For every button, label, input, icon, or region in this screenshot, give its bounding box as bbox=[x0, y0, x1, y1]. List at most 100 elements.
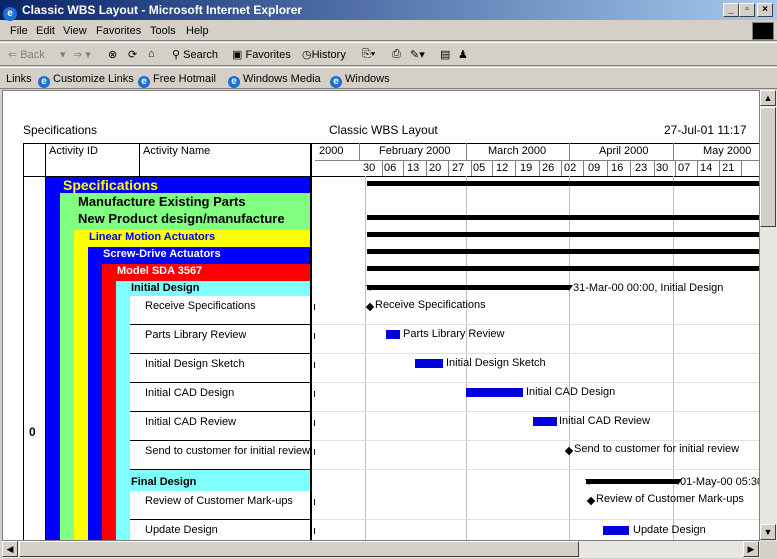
gantt-label: 01-May-00 05:30, bbox=[680, 476, 760, 488]
ie-page-icon: e bbox=[228, 76, 240, 88]
wbs-final-design[interactable]: Final Design bbox=[131, 476, 196, 488]
month-label: May 2000 bbox=[703, 145, 752, 157]
month-label: March 2000 bbox=[488, 145, 547, 157]
wbs-screw[interactable]: Screw-Drive Actuators bbox=[103, 248, 221, 260]
start-marker-icon bbox=[366, 285, 374, 291]
row-divider bbox=[312, 411, 759, 412]
activity-bar[interactable] bbox=[386, 330, 400, 339]
refresh-icon[interactable]: ⟳ bbox=[128, 48, 137, 61]
link-windows[interactable]: e Windows bbox=[330, 73, 390, 88]
row-tick-icon: ı bbox=[313, 330, 317, 342]
scroll-thumb[interactable] bbox=[19, 541, 579, 557]
scroll-right-icon[interactable]: ▶ bbox=[743, 541, 759, 557]
home-icon[interactable]: ⌂ bbox=[148, 48, 155, 60]
summary-bar[interactable] bbox=[367, 232, 759, 237]
week-divider bbox=[539, 160, 540, 176]
edit-icon[interactable]: ✎▾ bbox=[410, 48, 425, 61]
link-windows-media[interactable]: e Windows Media bbox=[228, 73, 321, 88]
search-button[interactable]: ⚲ Search bbox=[172, 48, 218, 61]
title-bar: e Classic WBS Layout - Microsoft Interne… bbox=[0, 0, 777, 21]
week-divider bbox=[492, 160, 493, 176]
gantt-label: Review of Customer Mark-ups bbox=[596, 493, 744, 505]
close-button[interactable]: × bbox=[757, 3, 773, 17]
week-label: 23 bbox=[635, 162, 648, 174]
activity-name: Receive Specifications bbox=[145, 300, 256, 312]
vertical-scrollbar[interactable]: ▲ ▼ bbox=[760, 90, 777, 541]
ie-page-icon: e bbox=[138, 76, 150, 88]
menu-tools[interactable]: Tools bbox=[150, 25, 176, 37]
week-divider bbox=[654, 160, 655, 176]
favorites-button[interactable]: ▣ Favorites bbox=[232, 48, 291, 61]
row-divider bbox=[312, 382, 759, 383]
maximize-button[interactable]: ▫ bbox=[739, 3, 755, 17]
summary-bar[interactable] bbox=[367, 181, 759, 186]
print-icon[interactable]: ⎙ bbox=[392, 48, 401, 61]
week-label: 14 bbox=[700, 162, 713, 174]
week-divider bbox=[719, 160, 720, 176]
wbs-manufacture[interactable]: Manufacture Existing Parts bbox=[78, 194, 246, 209]
summary-bar[interactable] bbox=[367, 266, 759, 271]
summary-bar[interactable] bbox=[367, 249, 759, 254]
stop-icon[interactable]: ⊗ bbox=[108, 48, 117, 61]
summary-bar[interactable] bbox=[367, 285, 569, 290]
month-divider bbox=[569, 143, 570, 160]
activity-bar[interactable] bbox=[466, 388, 523, 397]
month-label: February 2000 bbox=[379, 145, 451, 157]
summary-bar[interactable] bbox=[586, 479, 678, 484]
back-button[interactable]: ⇐ Back bbox=[8, 48, 45, 61]
menu-help[interactable]: Help bbox=[186, 25, 209, 37]
gantt-grid: Activity ID Activity Name 2000 February … bbox=[23, 143, 760, 540]
activity-name: Parts Library Review bbox=[145, 329, 247, 341]
row-tick-icon: ı bbox=[313, 446, 317, 458]
forward-button[interactable]: ⇒ ▾ bbox=[73, 48, 91, 61]
wbs-initial-design[interactable]: Initial Design bbox=[131, 282, 199, 294]
menu-view[interactable]: View bbox=[63, 25, 87, 37]
menu-favorites[interactable]: Favorites bbox=[96, 25, 141, 37]
row-divider bbox=[312, 324, 759, 325]
link-customize[interactable]: e Customize Links bbox=[38, 73, 134, 88]
report-title: Classic WBS Layout bbox=[329, 123, 438, 137]
chart-gridline bbox=[365, 176, 366, 540]
month-divider bbox=[466, 143, 467, 160]
mail-icon[interactable]: ⎘▾ bbox=[362, 48, 375, 61]
scroll-left-icon[interactable]: ◀ bbox=[2, 541, 18, 557]
report-timestamp: 27-Jul-01 11:17 bbox=[664, 123, 747, 137]
activity-bar[interactable] bbox=[603, 526, 629, 535]
menu-file[interactable]: File bbox=[10, 25, 28, 37]
wbs-new-product[interactable]: New Product design/manufacture bbox=[78, 211, 285, 226]
standard-toolbar: ⇐ Back ▾ ⇒ ▾ ⊗ ⟳ ⌂ ⚲ Search ▣ Favorites … bbox=[0, 42, 777, 66]
gantt-label: Initial CAD Review bbox=[559, 415, 651, 427]
week-label: 27 bbox=[452, 162, 465, 174]
row-tick-icon: ı bbox=[313, 417, 317, 429]
activity-bar[interactable] bbox=[415, 359, 443, 368]
scroll-up-icon[interactable]: ▲ bbox=[760, 90, 776, 106]
search-icon: ⚲ bbox=[172, 49, 181, 61]
favorites-icon: ▣ bbox=[232, 49, 243, 61]
discuss-icon[interactable]: ▤ bbox=[440, 48, 450, 61]
row-divider bbox=[312, 440, 759, 441]
horizontal-scrollbar[interactable]: ◀ ▶ bbox=[2, 541, 760, 558]
menu-edit[interactable]: Edit bbox=[36, 25, 55, 37]
week-label: 16 bbox=[611, 162, 624, 174]
grid-border bbox=[23, 143, 24, 540]
wbs-model[interactable]: Model SDA 3567 bbox=[117, 265, 202, 277]
week-divider bbox=[515, 160, 516, 176]
ie-logo-icon: e bbox=[3, 3, 17, 21]
column-activity-id[interactable]: Activity ID bbox=[49, 145, 98, 157]
history-button[interactable]: ◷History bbox=[302, 48, 346, 61]
summary-bar[interactable] bbox=[367, 215, 759, 220]
scroll-down-icon[interactable]: ▼ bbox=[760, 524, 776, 540]
wbs-linear[interactable]: Linear Motion Actuators bbox=[89, 231, 215, 243]
messenger-icon[interactable]: ♟ bbox=[458, 48, 468, 61]
activity-name: Initial Design Sketch bbox=[145, 358, 245, 370]
column-activity-name[interactable]: Activity Name bbox=[143, 145, 210, 157]
minimize-button[interactable]: _ bbox=[723, 3, 739, 17]
week-label: 20 bbox=[429, 162, 442, 174]
link-hotmail[interactable]: e Free Hotmail bbox=[138, 73, 216, 88]
gantt-label: Parts Library Review bbox=[403, 328, 505, 340]
end-marker-icon bbox=[565, 285, 573, 291]
wbs-specifications[interactable]: Specifications bbox=[63, 177, 158, 193]
activity-bar[interactable] bbox=[533, 417, 557, 426]
scroll-thumb[interactable] bbox=[760, 107, 776, 227]
back-dropdown-icon[interactable]: ▾ bbox=[60, 48, 66, 61]
